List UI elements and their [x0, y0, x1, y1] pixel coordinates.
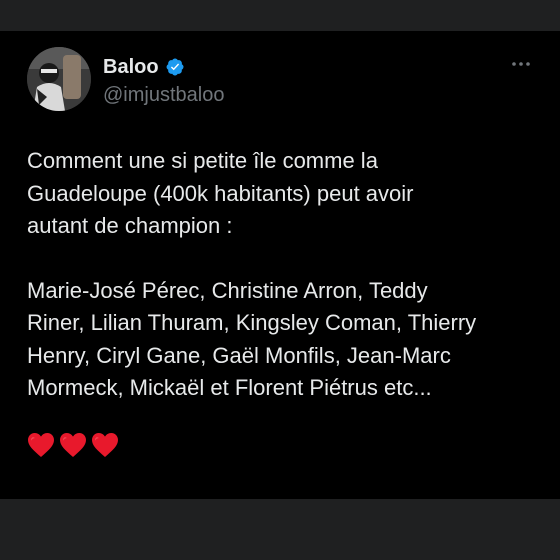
author-name-row: Baloo: [103, 55, 185, 79]
heart-emoji-row: [27, 432, 537, 458]
avatar-photo: [27, 47, 91, 111]
red-heart-icon: [91, 432, 119, 458]
author-handle[interactable]: @imjustbaloo: [103, 83, 224, 107]
verified-badge-icon: [165, 57, 185, 77]
tweet-card: Baloo @imjustbaloo Comment une si petite…: [0, 31, 560, 499]
red-heart-icon: [59, 432, 87, 458]
red-heart-icon: [27, 432, 55, 458]
more-options-icon[interactable]: [510, 57, 532, 69]
tweet-paragraph-question: Comment une si petite île comme la Guade…: [27, 148, 414, 238]
tweet-text: Comment une si petite île comme la Guade…: [27, 145, 537, 458]
display-name[interactable]: Baloo: [103, 55, 159, 79]
tweet-paragraph-champions: Marie-José Pérec, Christine Arron, Teddy…: [27, 277, 477, 401]
screenshot-frame: Baloo @imjustbaloo Comment une si petite…: [0, 0, 560, 560]
avatar[interactable]: [27, 47, 91, 111]
